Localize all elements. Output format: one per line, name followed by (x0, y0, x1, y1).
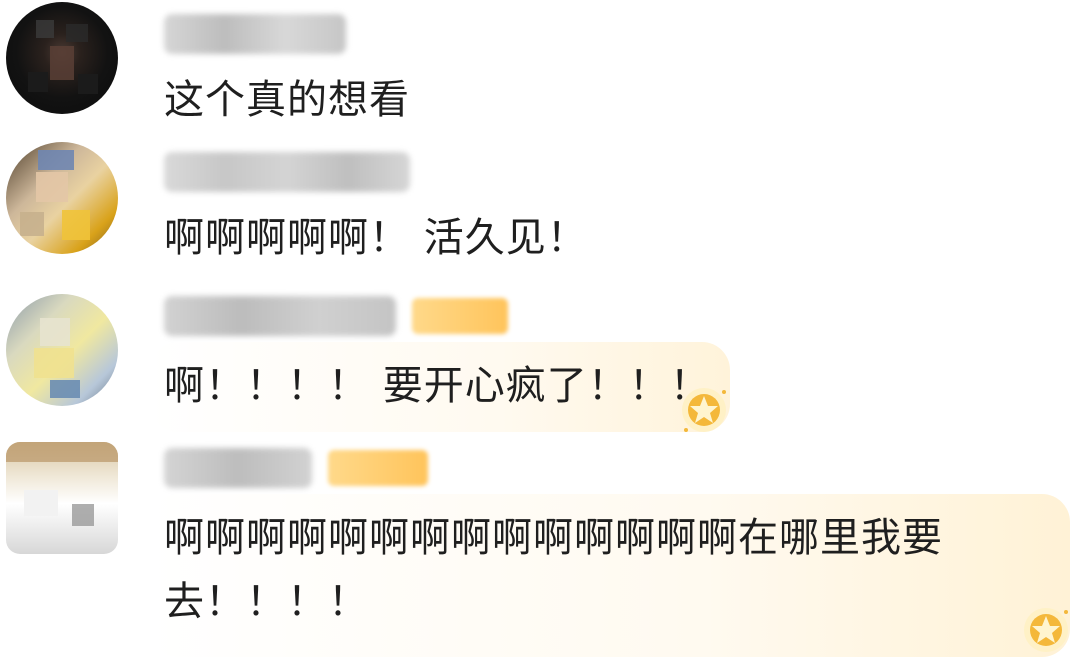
star-badge-icon (682, 388, 726, 432)
avatar-image-icon (6, 442, 118, 526)
username-blurred[interactable] (164, 448, 312, 488)
comment-text: 这个真的想看 (164, 77, 410, 123)
avatar[interactable] (6, 294, 118, 406)
comment-text: 啊！！！！ 要开心疯了！！！ (164, 363, 711, 409)
avatar-image-icon (28, 20, 98, 94)
avatar[interactable] (6, 2, 118, 114)
username-blurred[interactable] (164, 14, 346, 54)
vip-badge (412, 298, 508, 334)
comment-item: 啊啊啊啊啊！ 活久见！ (0, 140, 1080, 290)
avatar-image-icon (34, 318, 80, 398)
comment-item: 啊啊啊啊啊啊啊啊啊啊啊啊啊啊在哪里我要去！！！！ (0, 440, 1080, 657)
avatar[interactable] (6, 442, 118, 554)
comment-item: 啊！！！！ 要开心疯了！！！ (0, 290, 1080, 440)
avatar[interactable] (6, 142, 118, 254)
star-badge-icon (1024, 608, 1068, 652)
username-blurred[interactable] (164, 296, 396, 336)
avatar-image-icon (20, 150, 90, 240)
comment-item: 这个真的想看 (0, 0, 1080, 140)
comment-text: 啊啊啊啊啊啊啊啊啊啊啊啊啊啊在哪里我要去！！！！ (164, 515, 943, 625)
vip-badge (328, 450, 428, 486)
username-blurred[interactable] (164, 152, 410, 192)
comment-text: 啊啊啊啊啊！ 活久见！ (164, 215, 588, 261)
